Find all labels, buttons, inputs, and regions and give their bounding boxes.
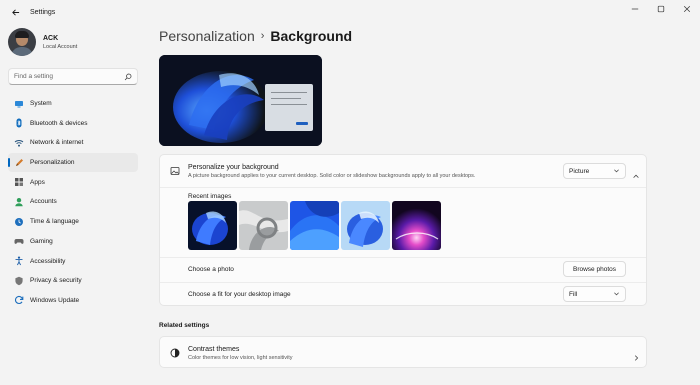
sidebar-item-network[interactable]: Network & internet [8,133,138,152]
sidebar-item-apps[interactable]: Apps [8,173,138,192]
person-icon [14,197,24,207]
sidebar-item-label: Time & language [30,218,79,226]
recent-images-label: Recent images [188,193,232,200]
background-title: Personalize your background [188,163,279,171]
accessibility-icon [14,256,24,266]
recent-image-glow-dark[interactable] [392,201,441,250]
sidebar-item-label: Windows Update [30,296,80,304]
account-type: Local Account [43,43,78,50]
preview-window [265,84,313,131]
search-box[interactable] [8,68,138,85]
background-settings-card: Personalize your background A picture ba… [159,154,647,306]
sidebar-item-label: Accessibility [30,257,66,265]
sidebar-item-label: Accounts [30,198,57,206]
sidebar-item-system[interactable]: System [8,94,138,113]
sidebar-item-privacy[interactable]: Privacy & security [8,271,138,290]
sidebar-item-label: Gaming [30,237,53,245]
sidebar-item-label: Network & internet [30,139,84,147]
clock-icon [14,217,24,227]
sidebar-item-time-language[interactable]: Time & language [8,212,138,231]
breadcrumb: Personalization › Background [159,28,352,44]
background-description: A picture background applies to your cur… [188,172,476,179]
fit-label: Choose a fit for your desktop image [188,291,291,298]
desktop-preview [159,55,322,146]
sidebar-item-label: Bluetooth & devices [30,119,88,127]
sidebar-item-label: Privacy & security [30,277,82,285]
system-icon [14,99,24,109]
pen-icon [14,158,24,168]
choose-photo-label: Choose a photo [188,266,234,273]
user-profile[interactable]: ACK Local Account [8,28,77,56]
sidebar-item-bluetooth[interactable]: Bluetooth & devices [8,114,138,133]
sidebar-item-gaming[interactable]: Gaming [8,232,138,251]
search-icon[interactable] [124,68,132,86]
shield-icon [14,276,24,286]
sidebar-item-windows-update[interactable]: Windows Update [8,291,138,310]
bluetooth-icon [14,118,24,128]
close-icon[interactable] [674,0,700,18]
related-settings-heading: Related settings [159,322,210,329]
app-title: Settings [30,8,56,16]
recent-image-bloom-light[interactable] [341,201,390,250]
recent-image-blue-wave[interactable] [290,201,339,250]
background-type-dropdown[interactable]: Picture [563,163,626,179]
sidebar-item-label: Apps [30,178,45,186]
page-title: Background [270,28,353,44]
contrast-icon [170,348,180,358]
chevron-down-icon [613,290,620,299]
user-name: ACK [43,34,59,42]
sidebar-item-accounts[interactable]: Accounts [8,192,138,211]
gamepad-icon [14,236,24,246]
fit-value: Fill [569,290,578,298]
recent-image-bloom-dark[interactable] [188,201,237,250]
sidebar-item-label: System [30,100,52,107]
contrast-themes-description: Color themes for low vision, light sensi… [188,354,293,361]
sidebar-item-accessibility[interactable]: Accessibility [8,252,138,271]
sidebar-item-personalization[interactable]: Personalization [8,153,138,173]
contrast-themes-title: Contrast themes [188,345,240,353]
minimize-icon[interactable] [622,0,648,18]
search-input[interactable] [14,73,124,80]
contrast-themes-card[interactable]: Contrast themes Color themes for low vis… [159,336,647,368]
title-bar: Settings [0,0,700,24]
maximize-icon[interactable] [648,0,674,18]
sidebar-item-label: Personalization [30,159,75,167]
apps-icon [14,177,24,187]
browse-photos-button[interactable]: Browse photos [563,261,626,277]
chevron-up-icon[interactable] [632,167,640,185]
chevron-down-icon [613,167,620,176]
image-icon [170,166,180,176]
window-controls [622,0,700,18]
chevron-right-icon [632,349,640,367]
update-icon [14,295,24,305]
fit-dropdown[interactable]: Fill [563,286,626,302]
breadcrumb-separator: › [260,30,265,42]
recent-image-grey-ribbon[interactable] [239,201,288,250]
back-arrow-icon[interactable] [8,5,22,19]
breadcrumb-parent[interactable]: Personalization [159,28,255,44]
network-icon [14,138,24,148]
sidebar-nav: System Bluetooth & devices Network & int… [8,94,138,311]
avatar [8,28,36,56]
background-type-value: Picture [569,167,590,175]
